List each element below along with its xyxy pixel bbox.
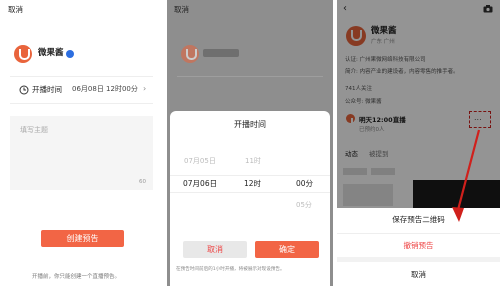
- account-logo: [181, 45, 199, 63]
- date-option[interactable]: 07月05日: [184, 158, 216, 165]
- time-picker-screen: 取消 开播时间 07月05日 11时 07月06日 12时 00分 05分 取消…: [167, 0, 333, 286]
- hour-selected[interactable]: 12时: [244, 180, 261, 188]
- create-notice-screen: 取消 微果酱 开播时间 06月08日 12时00分 › 填写主题 60 创建预告…: [0, 0, 163, 286]
- account-logo: [14, 45, 32, 63]
- create-notice-button[interactable]: 创建预告: [41, 230, 124, 247]
- start-time-field[interactable]: 开播时间 06月08日 12时00分 ›: [10, 77, 153, 103]
- cancel-link[interactable]: 取消: [174, 6, 189, 14]
- account-name: 微果酱: [38, 48, 64, 58]
- char-counter: 60: [139, 179, 146, 185]
- cancel-link[interactable]: 取消: [8, 6, 23, 14]
- hour-option[interactable]: 11时: [245, 158, 261, 165]
- profile-screen: ‹ 微果酱 广东 广州 认证: 广州果微网络科技有限公司 简介: 内容产业的建设…: [337, 0, 500, 286]
- annotation-arrow-icon: [452, 129, 481, 222]
- minute-selected[interactable]: 00分: [296, 180, 313, 188]
- divider: [177, 76, 323, 77]
- start-time-value: 06月08日 12时00分: [72, 85, 138, 93]
- title-input[interactable]: 填写主题 60: [10, 116, 153, 190]
- picker-note: 在预告时间前后的1小时开播，将被展示对现设预告。: [176, 267, 285, 272]
- picker-confirm-button[interactable]: 确定: [255, 241, 319, 258]
- account-name-dimmed: [203, 49, 239, 57]
- verified-icon: [66, 50, 74, 58]
- time-picker-sheet: 开播时间 07月05日 11时 07月06日 12时 00分 05分 取消 确定…: [170, 111, 330, 286]
- divider: [10, 103, 153, 104]
- clock-icon: [19, 85, 29, 95]
- date-selected[interactable]: 07月06日: [183, 180, 217, 188]
- picker-cancel-button[interactable]: 取消: [183, 241, 247, 258]
- title-placeholder: 填写主题: [20, 126, 48, 134]
- chevron-right-icon: ›: [143, 84, 147, 93]
- minute-option[interactable]: 05分: [296, 202, 312, 209]
- start-time-label: 开播时间: [32, 85, 62, 94]
- sheet-title: 开播时间: [234, 120, 266, 129]
- footer-note: 开播前，你只能创建一个直播预告。: [32, 274, 121, 280]
